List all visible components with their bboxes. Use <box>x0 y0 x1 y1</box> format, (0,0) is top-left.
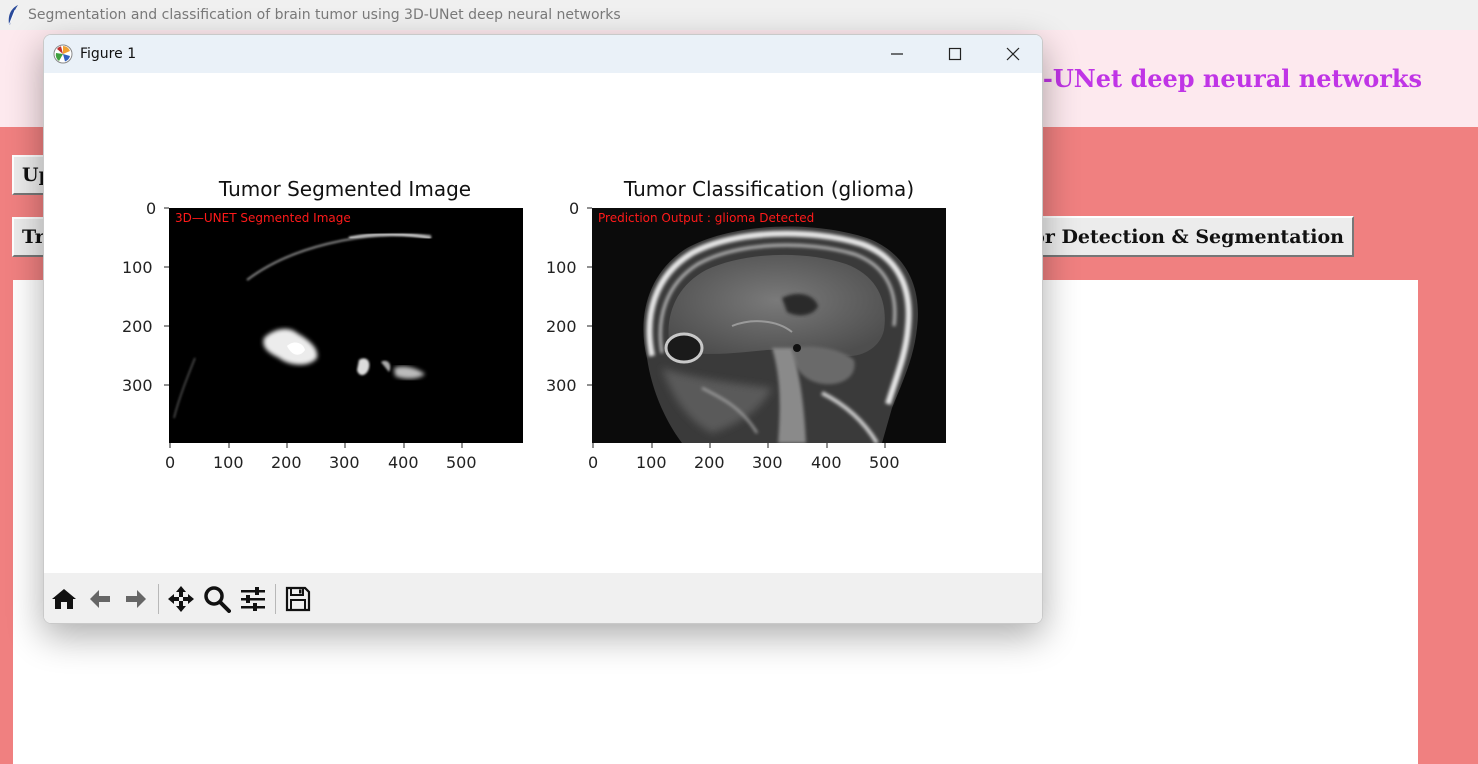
xtick: 100 <box>636 453 667 472</box>
xtick: 200 <box>694 453 725 472</box>
back-arrow-icon[interactable] <box>82 581 118 617</box>
app-window-title: Segmentation and classification of brain… <box>28 7 621 23</box>
maximize-icon[interactable] <box>926 35 984 73</box>
zoom-icon[interactable] <box>199 581 235 617</box>
tumor-detection-button[interactable]: Tumor Detection & Segmentation <box>1000 216 1354 257</box>
pan-icon[interactable] <box>163 581 199 617</box>
figure-window: Figure 1 Tumor Segmented Image 3D—UNET S… <box>43 34 1043 624</box>
home-icon[interactable] <box>46 581 82 617</box>
feather-icon <box>0 0 26 30</box>
figure-title: Figure 1 <box>80 46 137 62</box>
ytick: 300 <box>546 376 577 395</box>
ytick: 100 <box>546 258 577 277</box>
forward-arrow-icon[interactable] <box>118 581 154 617</box>
xtick: 300 <box>752 453 783 472</box>
navigation-toolbar <box>44 573 1042 623</box>
figure-titlebar[interactable]: Figure 1 <box>44 35 1042 73</box>
minimize-icon[interactable] <box>868 35 926 73</box>
axes-ticks-right <box>587 207 886 448</box>
app-titlebar: Segmentation and classification of brain… <box>0 0 1478 30</box>
save-icon[interactable] <box>280 581 316 617</box>
figure-canvas[interactable]: Tumor Segmented Image 3D—UNET Segmented … <box>44 73 1042 573</box>
close-icon[interactable] <box>984 35 1042 73</box>
toolbar-separator <box>158 584 159 614</box>
ytick: 200 <box>546 317 577 336</box>
toolbar-separator <box>275 584 276 614</box>
configure-subplots-icon[interactable] <box>235 581 271 617</box>
matplotlib-icon <box>53 44 73 64</box>
xtick: 400 <box>811 453 842 472</box>
ytick: 0 <box>569 199 580 218</box>
xtick: 500 <box>869 453 900 472</box>
xtick: 0 <box>588 453 599 472</box>
